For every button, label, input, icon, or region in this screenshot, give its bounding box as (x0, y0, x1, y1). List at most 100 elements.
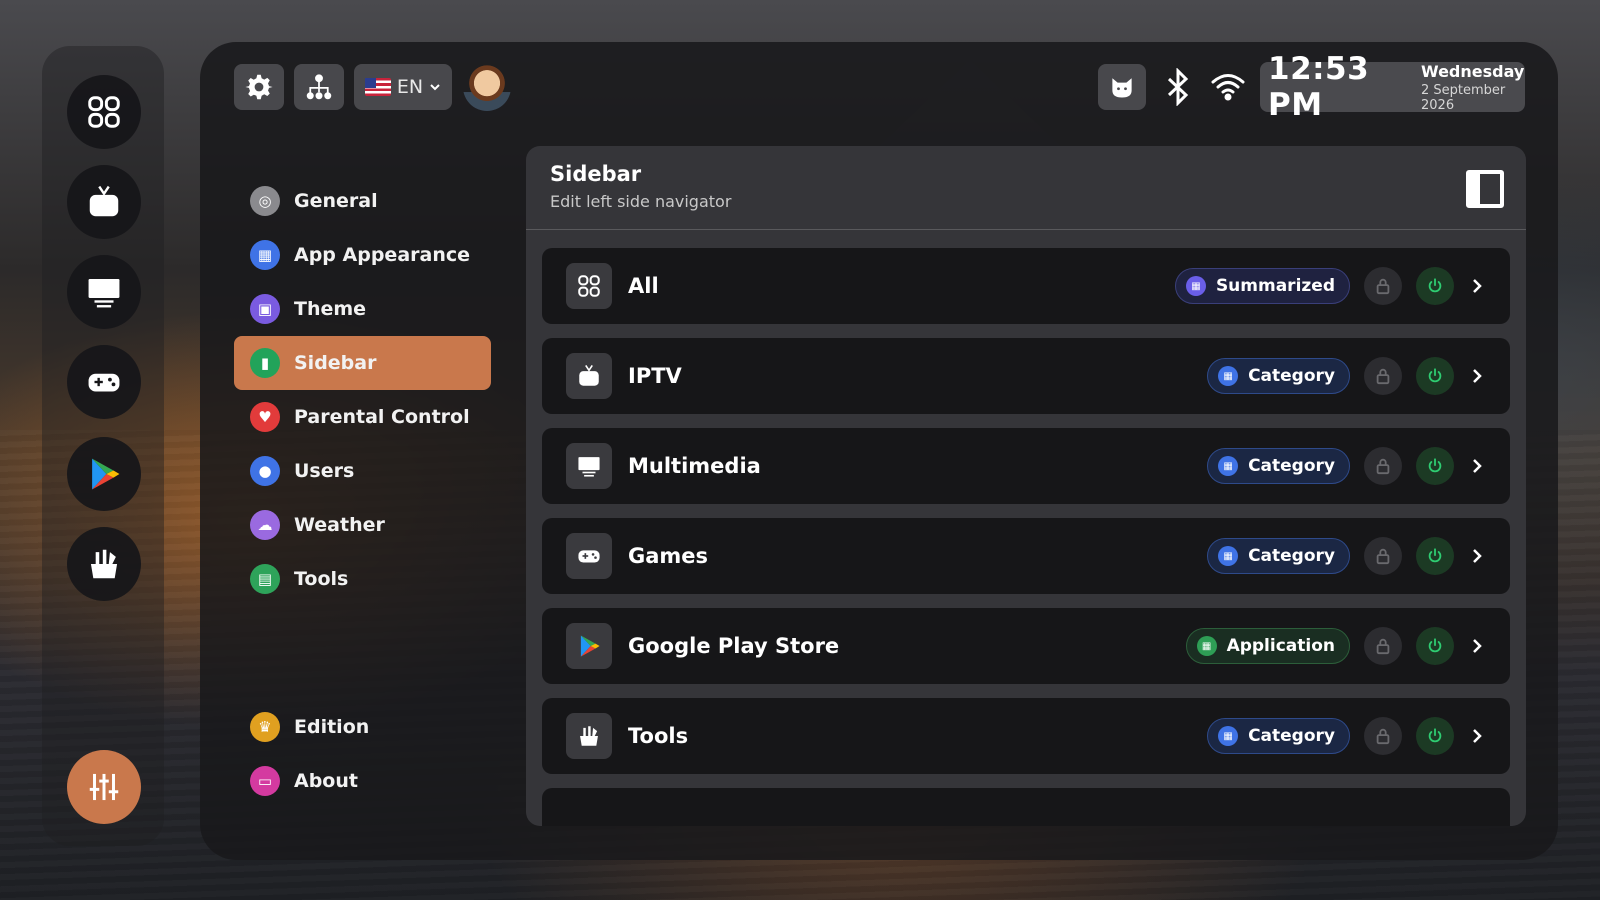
wifi-icon[interactable] (1210, 72, 1246, 102)
bluetooth-icon[interactable] (1164, 68, 1192, 106)
cat-icon (1112, 78, 1132, 98)
type-badge-label: Category (1248, 726, 1335, 746)
nav-item-weather[interactable]: ☁ Weather (234, 498, 491, 552)
nav-item-edition[interactable]: ♛ Edition (234, 700, 491, 754)
nav-item-label: Sidebar (294, 352, 377, 374)
power-icon (1428, 458, 1442, 473)
clock-date: 2 September 2026 (1421, 82, 1506, 113)
lock-button[interactable] (1364, 357, 1402, 395)
nav-item-about[interactable]: ▭ About (234, 754, 491, 808)
nav-item-general[interactable]: ◎ General (234, 174, 491, 228)
rail-multimedia-button[interactable] (67, 255, 141, 329)
sidebar-layout-icon (1466, 170, 1504, 208)
row-label: Multimedia (628, 454, 761, 478)
sidebar-row-partial[interactable] (542, 788, 1510, 826)
type-badge[interactable]: ▦ Category (1207, 538, 1350, 574)
lock-button[interactable] (1364, 627, 1402, 665)
nav-item-app-appearance[interactable]: ▦ App Appearance (234, 228, 491, 282)
general-icon: ◎ (250, 186, 280, 216)
avatar[interactable] (463, 63, 511, 111)
sidebar-row-all[interactable]: All ▦ Summarized (542, 248, 1510, 324)
type-badge-label: Summarized (1215, 276, 1335, 296)
sliders-icon (89, 773, 119, 801)
sidebar-row-games[interactable]: Games ▦ Category (542, 518, 1510, 594)
rail-games-button[interactable] (67, 345, 141, 419)
lock-icon (1376, 368, 1390, 385)
chevron-right-icon[interactable] (1468, 277, 1486, 295)
application-icon: ▦ (1196, 636, 1217, 656)
power-toggle[interactable] (1416, 537, 1454, 575)
tools-icon (566, 713, 612, 759)
rail-settings-button[interactable] (67, 750, 141, 824)
type-badge[interactable]: ▦ Category (1207, 358, 1350, 394)
parental-control-icon: ♥ (250, 402, 280, 432)
gamepad-icon (566, 533, 612, 579)
type-badge-label: Application (1226, 636, 1335, 656)
sidebar-row-iptv[interactable]: IPTV ▦ Category (542, 338, 1510, 414)
play-store-icon (92, 458, 120, 490)
clock-day: Wednesday (1421, 61, 1525, 81)
tv-icon (566, 353, 612, 399)
category-icon: ▦ (1218, 546, 1239, 566)
chevron-right-icon[interactable] (1468, 457, 1486, 475)
network-button[interactable] (294, 64, 344, 110)
power-icon (1428, 548, 1442, 563)
sidebar-row-google-play-store[interactable]: Google Play Store ▦ Application (542, 608, 1510, 684)
lock-icon (1376, 278, 1390, 295)
sidebar-row-tools[interactable]: Tools ▦ Category (542, 698, 1510, 774)
lock-button[interactable] (1364, 447, 1402, 485)
rail-play-store-button[interactable] (67, 437, 141, 511)
profile-cat-button[interactable] (1098, 64, 1146, 110)
chevron-right-icon[interactable] (1468, 637, 1486, 655)
rail-tools-button[interactable] (67, 527, 141, 601)
nav-item-label: Tools (294, 568, 349, 590)
crown-icon: ♛ (250, 712, 280, 742)
chevron-right-icon[interactable] (1468, 727, 1486, 745)
type-badge[interactable]: ▦ Summarized (1174, 268, 1350, 304)
nav-item-label: General (294, 190, 378, 212)
type-badge[interactable]: ▦ Category (1207, 718, 1350, 754)
grid-icon (88, 96, 120, 128)
nav-item-label: About (294, 770, 358, 792)
chevron-right-icon[interactable] (1468, 547, 1486, 565)
grid-icon (566, 263, 612, 309)
gamepad-icon (88, 373, 120, 392)
language-selector[interactable]: EN (354, 64, 452, 110)
lock-button[interactable] (1364, 717, 1402, 755)
nav-item-theme[interactable]: ▣ Theme (234, 282, 491, 336)
power-icon (1428, 278, 1442, 293)
tools-icon: ▤ (250, 564, 280, 594)
nav-item-label: Edition (294, 716, 370, 738)
category-icon: ▦ (1218, 456, 1239, 476)
page-title: Sidebar (550, 162, 642, 186)
type-badge-label: Category (1248, 456, 1335, 476)
chevron-right-icon[interactable] (1468, 367, 1486, 385)
nav-item-tools[interactable]: ▤ Tools (234, 552, 491, 606)
nav-item-users[interactable]: ● Users (234, 444, 491, 498)
nav-item-parental-control[interactable]: ♥ Parental Control (234, 390, 491, 444)
type-badge[interactable]: ▦ Application (1185, 628, 1350, 664)
content-header: Sidebar Edit left side navigator (526, 146, 1526, 230)
app-appearance-icon: ▦ (250, 240, 280, 270)
lock-button[interactable] (1364, 267, 1402, 305)
nav-item-label: Users (294, 460, 355, 482)
us-flag-icon (364, 78, 391, 96)
nav-item-label: Theme (294, 298, 367, 320)
row-label: Games (628, 544, 709, 568)
gear-icon (245, 74, 273, 100)
lock-button[interactable] (1364, 537, 1402, 575)
power-toggle[interactable] (1416, 357, 1454, 395)
power-toggle[interactable] (1416, 627, 1454, 665)
sidebar-row-multimedia[interactable]: Multimedia ▦ Category (542, 428, 1510, 504)
power-toggle[interactable] (1416, 267, 1454, 305)
type-badge[interactable]: ▦ Category (1207, 448, 1350, 484)
rail-all-button[interactable] (67, 75, 141, 149)
nav-item-sidebar[interactable]: ▮ Sidebar (234, 336, 491, 390)
language-label: EN (396, 76, 424, 98)
row-label: IPTV (628, 364, 682, 388)
rail-iptv-button[interactable] (67, 165, 141, 239)
power-toggle[interactable] (1416, 717, 1454, 755)
power-toggle[interactable] (1416, 447, 1454, 485)
settings-button[interactable] (234, 64, 284, 110)
category-icon: ▦ (1218, 726, 1239, 746)
